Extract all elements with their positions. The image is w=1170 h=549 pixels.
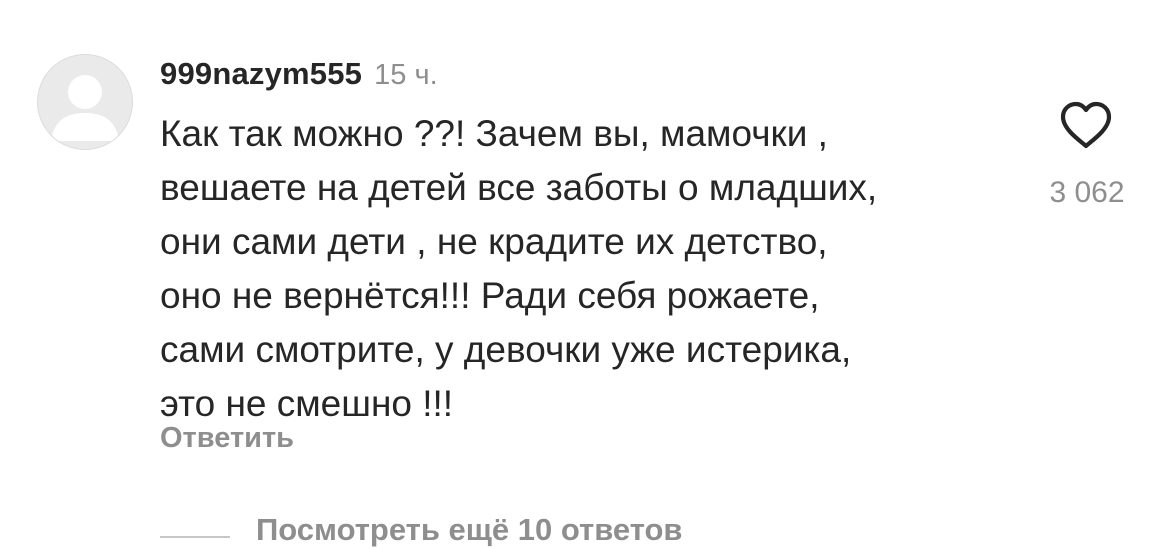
replies-divider bbox=[160, 536, 230, 538]
like-button[interactable] bbox=[1058, 100, 1114, 150]
comment-text: Как так можно ??! Зачем вы, мамочки , ве… bbox=[160, 113, 878, 424]
view-replies-button[interactable]: Посмотреть ещё 10 ответов bbox=[256, 512, 682, 548]
username-link[interactable]: 999nazym555 bbox=[160, 56, 362, 92]
comment-timestamp: 15 ч. bbox=[374, 59, 438, 91]
comment-item: 999nazym555 15 ч. Как так можно ??! Заче… bbox=[0, 0, 1170, 549]
avatar[interactable] bbox=[37, 54, 133, 150]
like-count: 3 062 bbox=[1049, 176, 1125, 209]
heart-outline-icon bbox=[1060, 101, 1112, 149]
comment-header: 999nazym555 15 ч. bbox=[160, 56, 438, 96]
default-avatar-icon bbox=[51, 75, 119, 141]
reply-button[interactable]: Ответить bbox=[160, 422, 294, 455]
